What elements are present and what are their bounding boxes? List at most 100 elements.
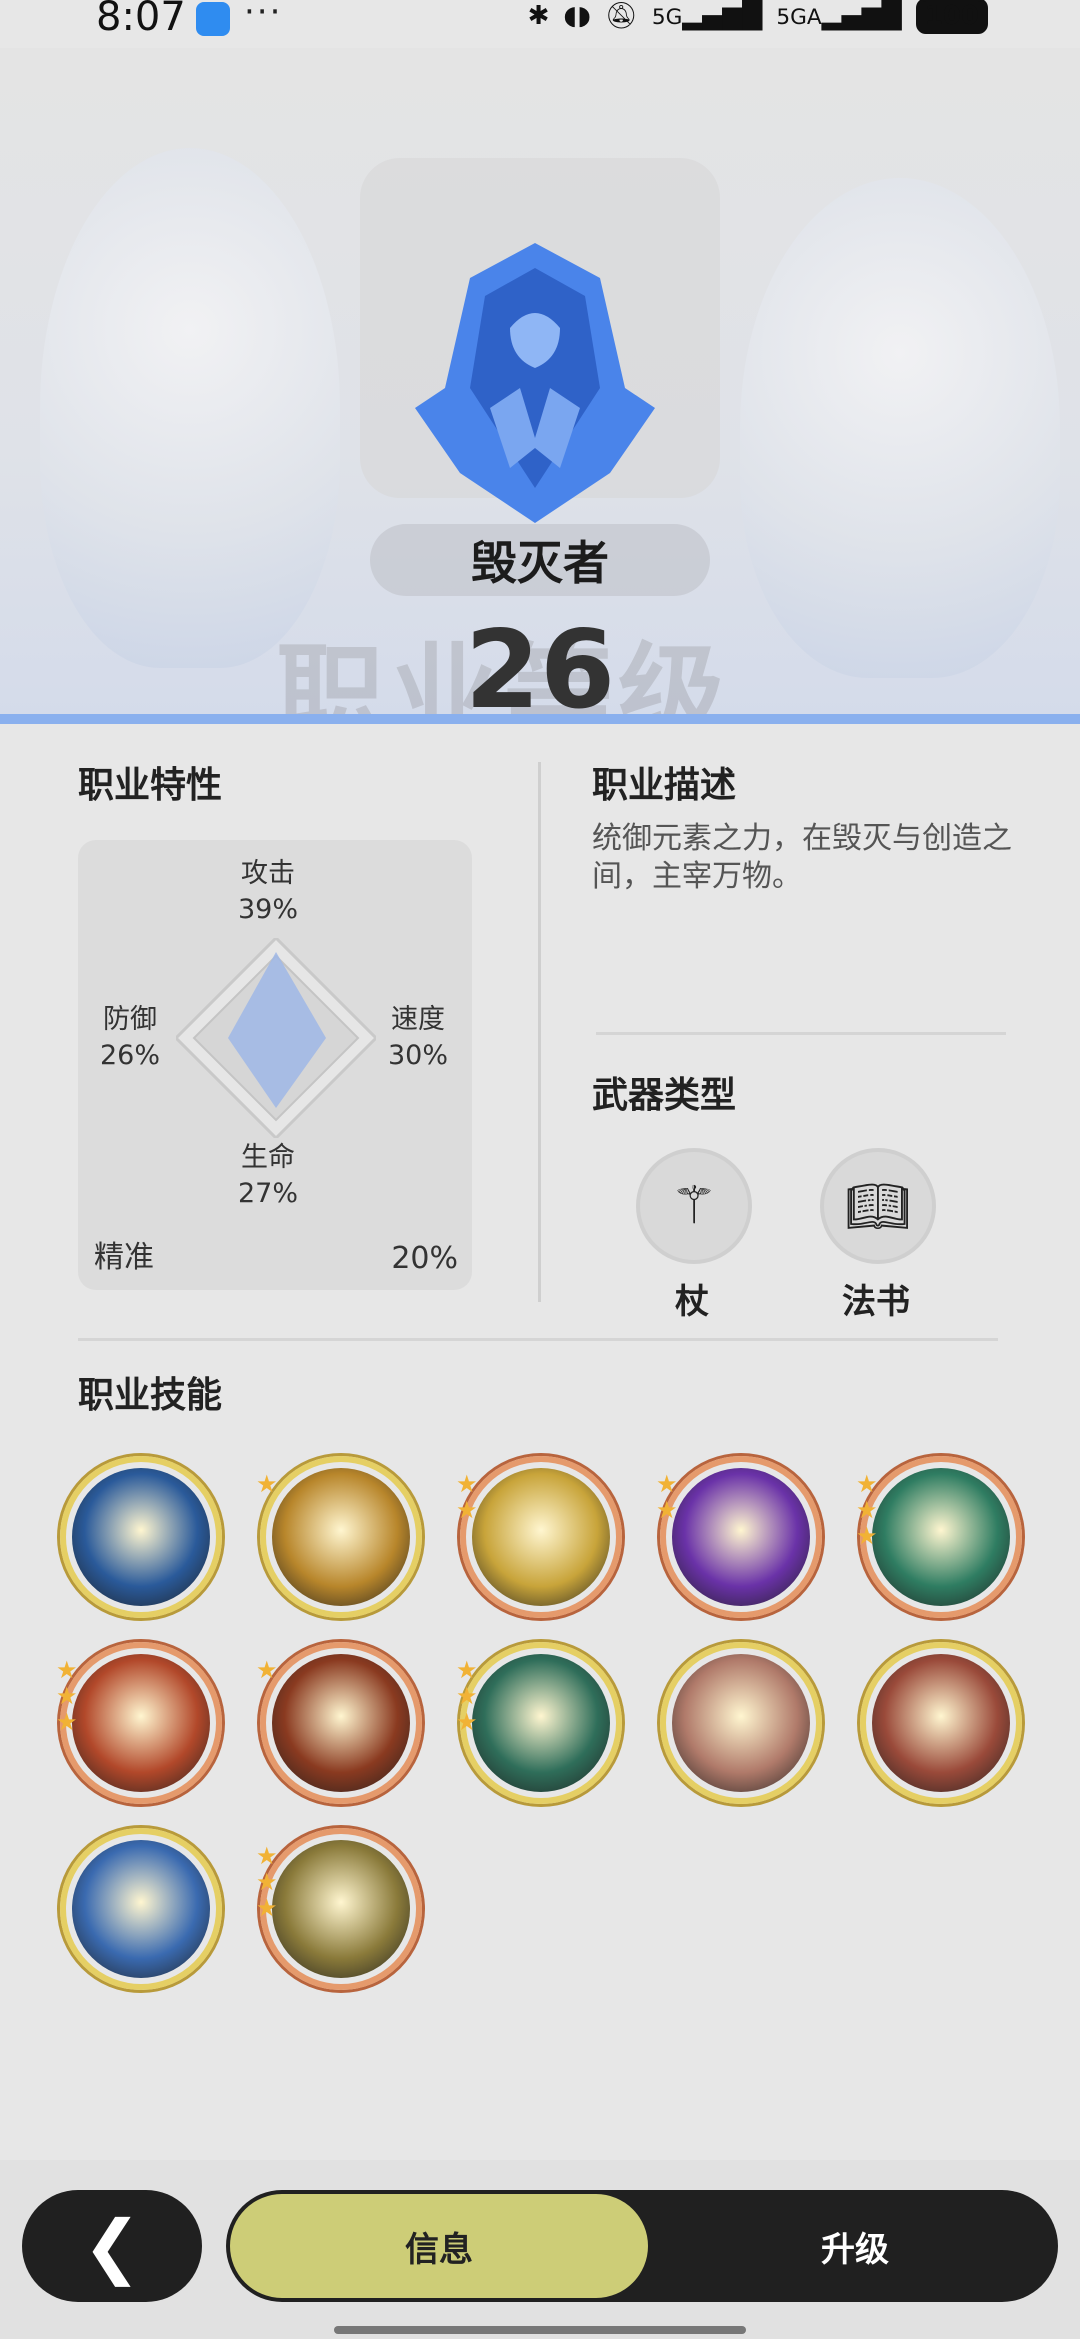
description-divider [596,1032,1006,1035]
star-icon: ★ [456,1708,478,1736]
star-icon: ★ [256,1868,278,1896]
star-icon: ★ [256,1470,278,1498]
fire-explosion-skill-icon[interactable]: ★ ★ ★ [56,1642,222,1804]
class-banner: 职业等级 毁灭者 26 [0,48,1080,720]
stat-defense: 防御 26% [100,1002,160,1074]
stat-speed-label: 速度 [391,1004,445,1035]
weapons-title: 武器类型 [592,1075,737,1116]
female-character-art [740,178,1060,678]
skill-art [872,1468,1010,1606]
staff-icon: ⚚ [636,1148,752,1264]
class-emblem-icon [415,243,655,523]
skill-art [272,1654,410,1792]
skill-stars: ★ ★ ★ [456,1658,478,1734]
star-icon: ★ [456,1470,478,1498]
stat-attack: 攻击 39% [238,856,298,928]
star-icon: ★ [256,1894,278,1922]
skill-art [672,1468,810,1606]
skill-art [72,1468,210,1606]
star-icon: ★ [456,1682,478,1710]
star-icon: ★ [56,1708,78,1736]
skill-art [72,1840,210,1978]
status-time: 8:07 [96,0,186,40]
flame-swirl-skill-icon[interactable]: ★ [256,1642,422,1804]
shield-skill-icon[interactable]: ★ ★ ★ [256,1828,422,1990]
star-icon: ★ [856,1496,878,1524]
home-indicator[interactable] [334,2326,746,2334]
app-notification-icon [196,2,230,36]
earbuds-icon: ◖◗ [563,1,591,31]
traits-card: 攻击 39% 防御 26% 速度 30% 生命 27% 精准 20% [78,840,472,1290]
stat-life-label: 生命 [241,1142,295,1173]
banner-accent-line [0,714,1080,724]
star-icon: ★ [856,1470,878,1498]
class-level: 26 [464,608,616,720]
wind-vortex-skill-icon[interactable]: ★ ★ ★ [856,1456,1022,1618]
ice-crystal-skill-icon[interactable] [60,1828,222,1990]
tab-upgrade[interactable]: 升级 [656,2190,1054,2302]
battery-icon: 100 [915,0,988,34]
tab-info[interactable]: 信息 [230,2194,648,2298]
status-icons: ✱ ◖◗ 🔕︎ 5G▂▄▆█ 5GA▂▄▆█ 100 [528,0,988,34]
skill-art [872,1654,1010,1792]
skill-stars: ★ ★ ★ [56,1658,78,1734]
wave-skill-icon[interactable] [60,1456,222,1618]
stat-speed: 速度 30% [388,1002,448,1074]
male-character-art [40,148,340,668]
star-icon: ★ [256,1842,278,1870]
star-icon: ★ [656,1470,678,1498]
class-name: 毁灭者 [370,524,710,596]
skill-stars: ★ [256,1472,278,1496]
stat-defense-label: 防御 [103,1004,157,1035]
traits-title: 职业特性 [78,765,223,806]
star-icon: ★ [856,1522,878,1550]
skill-stars: ★ [256,1658,278,1682]
more-notifications-icon: ··· [244,0,283,32]
back-button[interactable]: ❮ [22,2190,202,2302]
description-text: 统御元素之力，在毁灭与创造之间，主宰万物。 [592,821,1012,894]
weapon-staff[interactable]: ⚚ 杖 [636,1148,752,1323]
skill-stars: ★ ★ [456,1472,478,1522]
signal-5g-icon: 5G▂▄▆█ [651,1,763,31]
weapon-staff-label: 杖 [675,1282,709,1322]
trait-radar-chart [176,938,376,1138]
lightning-strike-skill-icon[interactable]: ★ [256,1456,422,1618]
skill-art [72,1654,210,1792]
chevron-left-icon: ❮ [82,2205,142,2287]
life-drain-skill-icon[interactable] [660,1642,822,1804]
skill-art [472,1654,610,1792]
signal-5ga-icon: 5GA▂▄▆█ [776,1,902,31]
bluetooth-icon: ✱ [527,1,550,31]
status-bar: 8:07 ··· ✱ ◖◗ 🔕︎ 5G▂▄▆█ 5GA▂▄▆█ 100 [0,0,1080,48]
stat-life: 生命 27% [238,1140,298,1212]
star-icon: ★ [456,1656,478,1684]
column-divider [538,762,541,1302]
stat-precision-value: 20% [391,1241,458,1276]
skills-title: 职业技能 [78,1375,223,1416]
skill-stars: ★ ★ [656,1472,678,1522]
skill-stars: ★ ★ ★ [256,1844,278,1920]
mute-icon: 🔕︎ [604,1,638,31]
star-icon: ★ [456,1496,478,1524]
stat-precision-label: 精准 [94,1240,154,1275]
weapon-book[interactable]: 📖︎ 法书 [820,1148,936,1323]
arcane-orb-skill-icon[interactable]: ★ ★ [656,1456,822,1618]
weapon-book-label: 法书 [842,1282,910,1322]
skill-stars: ★ ★ ★ [856,1472,878,1548]
skill-art [472,1468,610,1606]
light-burst-skill-icon[interactable]: ★ ★ [456,1456,622,1618]
stat-speed-value: 30% [388,1040,449,1071]
crystal-shard-skill-icon[interactable]: ★ ★ ★ [456,1642,622,1804]
stat-attack-value: 39% [238,894,299,925]
skill-art [272,1468,410,1606]
stat-defense-value: 26% [100,1040,161,1071]
demon-mask-skill-icon[interactable] [860,1642,1022,1804]
book-icon: 📖︎ [820,1148,936,1264]
skill-art [272,1840,410,1978]
star-icon: ★ [256,1656,278,1684]
star-icon: ★ [56,1656,78,1684]
skills-divider [78,1338,998,1341]
star-icon: ★ [56,1682,78,1710]
star-icon: ★ [656,1496,678,1524]
skill-art [672,1654,810,1792]
